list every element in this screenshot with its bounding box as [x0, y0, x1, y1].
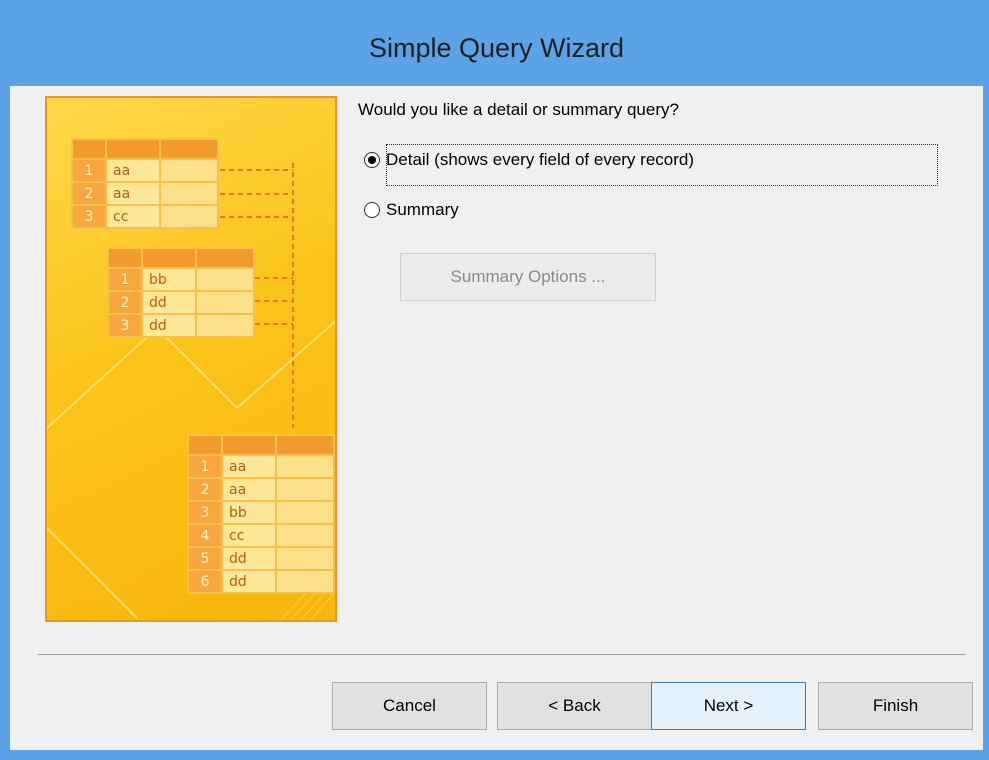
result-table: 1 aa 2 aa 3 bb 4 cc 5 dd 6 dd: [187, 434, 335, 594]
cell: cc: [105, 204, 161, 229]
cell: aa: [105, 181, 161, 206]
cell: 4: [187, 523, 223, 548]
cell: 1: [107, 267, 143, 292]
cell: 3: [71, 204, 107, 229]
cell: aa: [221, 454, 277, 479]
wizard-window: Simple Query Wizard 1 aa 2 aa 3 cc 1 bb …: [0, 0, 989, 760]
cell: cc: [221, 523, 277, 548]
cell: 3: [187, 500, 223, 525]
cancel-button[interactable]: Cancel: [332, 682, 487, 730]
radio-selected-dot: [368, 156, 376, 164]
wizard-illustration: 1 aa 2 aa 3 cc 1 bb 2 dd 3 dd 1 aa 2 aa 3 bb 4 cc …: [45, 96, 337, 622]
summary-options-button: Summary Options ...: [400, 253, 656, 301]
cell: 6: [187, 569, 223, 594]
cell: aa: [221, 477, 277, 502]
cell: 2: [187, 477, 223, 502]
cell: dd: [221, 569, 277, 594]
query-type-prompt: Would you like a detail or summary query…: [358, 100, 679, 119]
cell: dd: [221, 546, 277, 571]
cell: 1: [187, 454, 223, 479]
cell: 3: [107, 313, 143, 338]
cell: aa: [105, 158, 161, 183]
detail-radio[interactable]: [364, 152, 380, 168]
wizard-body: 1 aa 2 aa 3 cc 1 bb 2 dd 3 dd 1 aa 2 aa 3 bb 4 cc …: [10, 86, 983, 750]
cell: dd: [141, 290, 197, 315]
finish-button[interactable]: Finish: [818, 682, 973, 730]
summary-option[interactable]: Summary: [364, 200, 459, 220]
cell: dd: [141, 313, 197, 338]
cell: bb: [221, 500, 277, 525]
detail-option[interactable]: Detail (shows every field of every recor…: [364, 150, 694, 170]
next-button[interactable]: Next >: [651, 682, 806, 730]
source-table-a: 1 aa 2 aa 3 cc: [71, 138, 219, 229]
cell: 1: [71, 158, 107, 183]
cell: 2: [71, 181, 107, 206]
cell: 5: [187, 546, 223, 571]
back-button[interactable]: < Back: [497, 682, 652, 730]
window-title: Simple Query Wizard: [368, 32, 625, 63]
detail-label[interactable]: Detail (shows every field of every recor…: [386, 150, 694, 170]
source-table-b: 1 bb 2 dd 3 dd: [107, 247, 255, 338]
cell: 2: [107, 290, 143, 315]
summary-label[interactable]: Summary: [386, 200, 459, 220]
summary-radio[interactable]: [364, 202, 380, 218]
footer-separator: [38, 654, 966, 655]
cell: bb: [141, 267, 197, 292]
